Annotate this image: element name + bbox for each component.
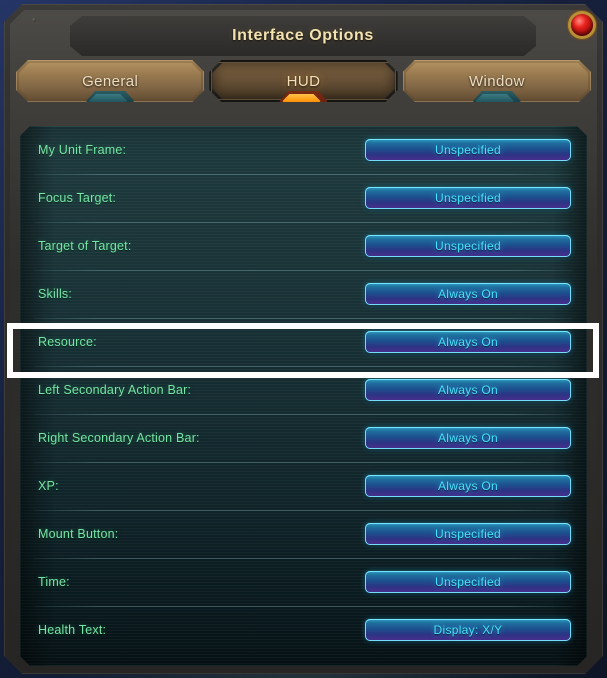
option-label: Right Secondary Action Bar: (38, 431, 200, 445)
option-value-label: Always On (437, 479, 499, 493)
active-tab-gem-icon (279, 91, 327, 111)
option-value-button[interactable]: Always On (365, 475, 571, 497)
option-row: Target of Target: Unspecified (20, 222, 587, 270)
option-value-label: Display: X/Y (433, 623, 503, 637)
option-row: XP: Always On (20, 462, 587, 510)
option-label: My Unit Frame: (38, 143, 127, 157)
option-row: Resource: Always On (20, 318, 587, 366)
tab-label: General (82, 72, 139, 90)
tab-label: HUD (286, 72, 321, 90)
option-label: Resource: (38, 335, 97, 349)
option-row: Mount Button: Unspecified (20, 510, 587, 558)
option-value-label: Always On (437, 383, 499, 397)
option-row: Right Secondary Action Bar: Always On (20, 414, 587, 462)
option-label: Left Secondary Action Bar: (38, 383, 192, 397)
option-value-button[interactable]: Always On (365, 427, 571, 449)
close-icon[interactable] (571, 14, 593, 36)
option-value-button[interactable]: Unspecified (365, 139, 571, 161)
tab-gem-inner (476, 94, 518, 108)
window-title-bar: Interface Options (70, 16, 536, 56)
option-value-label: Always On (437, 287, 499, 301)
tab-bar: General HUD Window (16, 60, 591, 112)
tab-general[interactable]: General (16, 60, 204, 102)
option-label: XP: (38, 479, 59, 493)
option-value-button[interactable]: Unspecified (365, 523, 571, 545)
options-rows: My Unit Frame: Unspecified Focus Target: Un… (20, 126, 587, 654)
option-value-label: Always On (437, 431, 499, 445)
tab-gem-inner (89, 94, 131, 108)
option-value-button[interactable]: Always On (365, 283, 571, 305)
inactive-tab-gem-icon (86, 91, 134, 111)
tab-hud[interactable]: HUD (209, 60, 397, 102)
option-label: Target of Target: (38, 239, 132, 253)
option-value-button[interactable]: Always On (365, 379, 571, 401)
option-row: Skills: Always On (20, 270, 587, 318)
option-label: Time: (38, 575, 70, 589)
option-value-button[interactable]: Unspecified (365, 187, 571, 209)
option-value-label: Unspecified (434, 575, 501, 589)
page-title: Interface Options (232, 27, 374, 44)
option-value-button[interactable]: Always On (365, 331, 571, 353)
options-list-panel: My Unit Frame: Unspecified Focus Target: Un… (20, 126, 587, 666)
interface-options-window: Interface Options General HUD Window My Un… (4, 4, 603, 674)
option-label: Skills: (38, 287, 73, 301)
option-value-button[interactable]: Display: X/Y (365, 619, 571, 641)
tab-label: Window (468, 72, 525, 90)
inactive-tab-gem-icon (473, 91, 521, 111)
option-row: Health Text: Display: X/Y (20, 606, 587, 654)
option-value-button[interactable]: Unspecified (365, 235, 571, 257)
option-row: Left Secondary Action Bar: Always On (20, 366, 587, 414)
option-value-label: Unspecified (434, 239, 501, 253)
option-value-button[interactable]: Unspecified (365, 571, 571, 593)
option-row: Time: Unspecified (20, 558, 587, 606)
frame-rivet (32, 18, 36, 22)
option-value-label: Unspecified (434, 143, 501, 157)
option-value-label: Unspecified (434, 191, 501, 205)
option-label: Mount Button: (38, 527, 119, 541)
option-label: Health Text: (38, 623, 107, 637)
option-row: Focus Target: Unspecified (20, 174, 587, 222)
option-label: Focus Target: (38, 191, 117, 205)
option-value-label: Unspecified (434, 527, 501, 541)
tab-window[interactable]: Window (403, 60, 591, 102)
option-row: My Unit Frame: Unspecified (20, 126, 587, 174)
tab-gem-inner (282, 94, 324, 108)
option-value-label: Always On (437, 335, 499, 349)
